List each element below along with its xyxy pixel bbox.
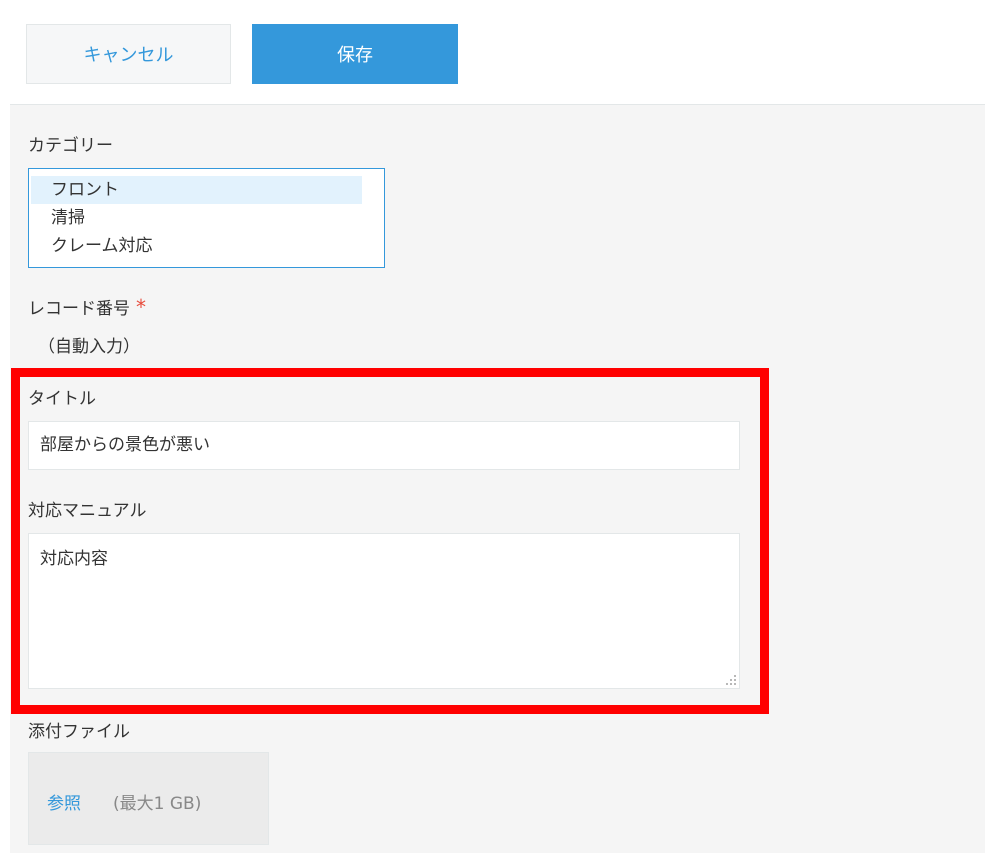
category-option-front[interactable]: フロント	[31, 176, 362, 204]
save-button[interactable]: 保存	[252, 24, 458, 84]
required-mark: *	[136, 295, 146, 319]
category-label: カテゴリー	[28, 136, 113, 156]
resize-grip-icon[interactable]	[725, 674, 737, 686]
browse-link[interactable]: 参照	[47, 789, 81, 814]
cancel-button[interactable]: キャンセル	[26, 24, 231, 84]
title-label: タイトル	[28, 389, 96, 409]
record-number-label: レコード番号 *	[28, 294, 146, 319]
manual-textarea[interactable]: 対応内容	[28, 533, 740, 689]
record-number-value: （自動入力）	[38, 337, 140, 357]
category-option-complaint[interactable]: クレーム対応	[31, 232, 362, 260]
category-option-cleaning[interactable]: 清掃	[31, 204, 362, 232]
attachment-dropzone[interactable]: 参照 (最大1 GB)	[28, 752, 269, 845]
title-input[interactable]: 部屋からの景色が悪い	[28, 421, 740, 470]
category-listbox[interactable]: フロント 清掃 クレーム対応	[28, 168, 385, 268]
record-edit-page: キャンセル 保存 カテゴリー フロント 清掃 クレーム対応 レコード番号 * （自…	[0, 0, 985, 853]
max-size-note: (最大1 GB)	[113, 794, 202, 814]
record-number-label-text: レコード番号	[28, 299, 130, 319]
manual-label: 対応マニュアル	[28, 501, 147, 521]
attachment-label: 添付ファイル	[28, 722, 130, 742]
manual-text: 対応内容	[40, 549, 108, 569]
